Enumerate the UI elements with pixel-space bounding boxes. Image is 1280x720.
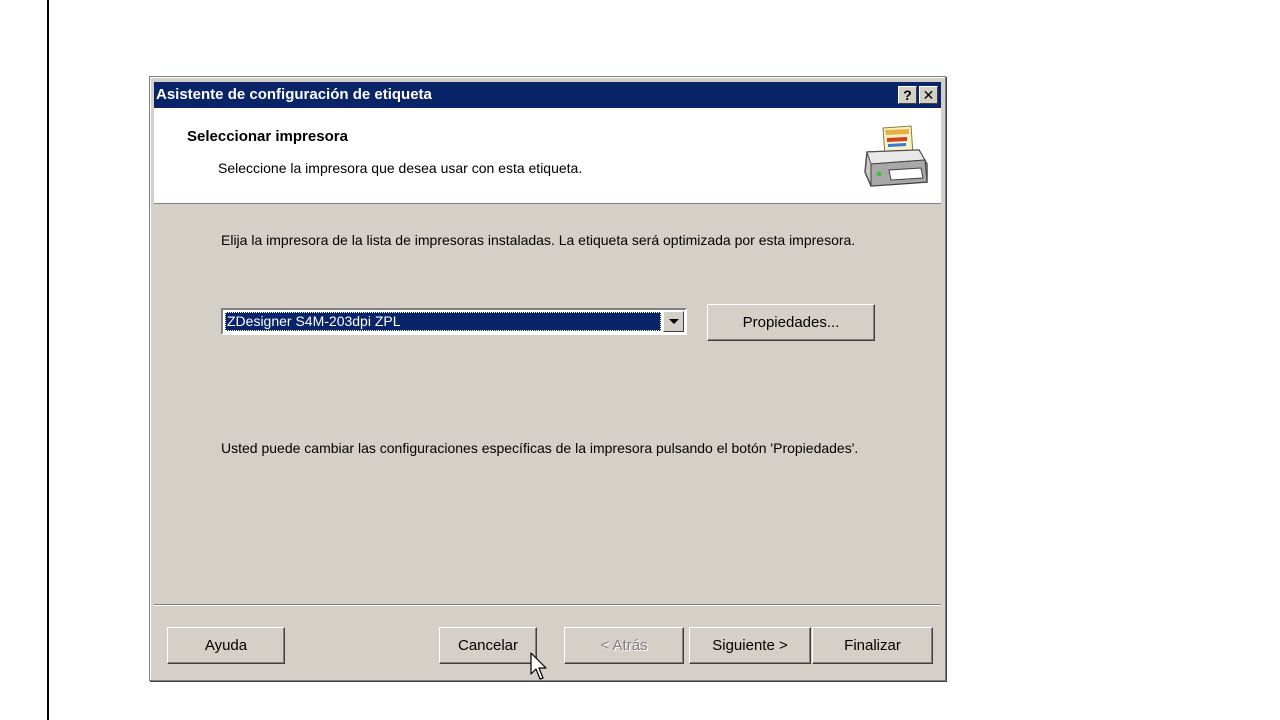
printer-select-value: ZDesigner S4M-203dpi ZPL	[225, 312, 661, 331]
printer-select[interactable]: ZDesigner S4M-203dpi ZPL	[221, 308, 687, 335]
dialog-titlebar[interactable]: Asistente de configuración de etiqueta ?…	[154, 82, 941, 108]
dialog-title: Asistente de configuración de etiqueta	[156, 86, 432, 103]
help-title-button[interactable]: ?	[898, 86, 917, 104]
step-subtitle: Seleccione la impresora que desea usar c…	[218, 160, 583, 176]
printer-icon	[864, 125, 928, 187]
close-icon: ✕	[922, 87, 935, 103]
mouse-pointer-icon	[530, 652, 547, 680]
cancel-button[interactable]: Cancelar	[439, 627, 537, 664]
label-wizard-dialog: Asistente de configuración de etiqueta ?…	[149, 76, 946, 681]
close-title-button[interactable]: ✕	[919, 86, 938, 104]
wizard-header: Seleccionar impresora Seleccione la impr…	[154, 108, 941, 204]
back-button[interactable]: < Atrás	[564, 627, 684, 664]
properties-note: Usted puede cambiar las configuraciones …	[221, 440, 859, 456]
step-title: Seleccionar impresora	[187, 128, 348, 145]
finish-button[interactable]: Finalizar	[812, 627, 933, 664]
button-separator	[154, 604, 941, 606]
instructions-text: Elija la impresora de la lista de impres…	[221, 232, 856, 248]
next-button[interactable]: Siguiente >	[689, 627, 811, 664]
left-edge-rule	[47, 0, 49, 720]
properties-button[interactable]: Propiedades...	[707, 304, 875, 341]
help-button[interactable]: Ayuda	[167, 627, 285, 664]
chevron-down-icon[interactable]	[663, 311, 684, 332]
question-icon: ?	[903, 87, 912, 103]
